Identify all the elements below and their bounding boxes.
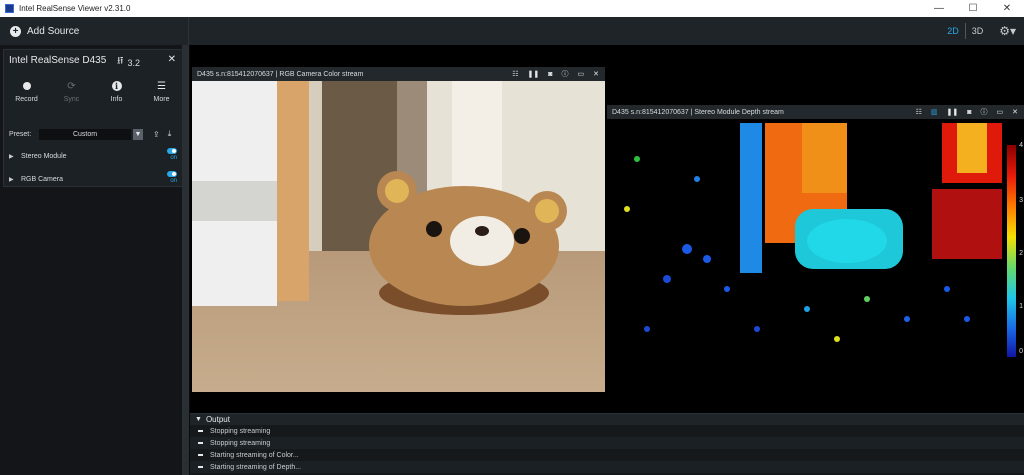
- sensor-name: RGB Camera: [21, 175, 64, 183]
- sync-label: Sync: [63, 96, 80, 103]
- view-2d-button[interactable]: 2D: [941, 26, 965, 36]
- close-stream-icon[interactable]: ✕: [593, 70, 599, 78]
- sync-button[interactable]: ⟳ Sync: [49, 78, 94, 114]
- rgb-stream-window: D435 s.n:815412070637 | RGB Camera Color…: [192, 67, 605, 392]
- pause-icon[interactable]: ❚❚: [947, 108, 959, 116]
- add-source-label: Add Source: [27, 25, 80, 37]
- minimize-button[interactable]: —: [922, 0, 956, 17]
- maximize-button[interactable]: ☐: [956, 0, 990, 17]
- close-device-icon[interactable]: ✕: [168, 54, 176, 65]
- device-panel: Intel RealSense D435 ⭿ 3.2 ✕ Record ⟳ Sy…: [0, 45, 189, 475]
- collapse-caret-icon[interactable]: ▼: [195, 416, 202, 423]
- sensor-row-stereo[interactable]: ▶ Stereo Module on: [9, 148, 181, 164]
- preset-dropdown[interactable]: Custom: [39, 128, 131, 140]
- info-button[interactable]: i Info: [94, 78, 139, 114]
- maximize-stream-icon[interactable]: ▭: [578, 70, 585, 78]
- legend-tick: 1: [1019, 303, 1023, 310]
- device-card: Intel RealSense D435 ⭿ 3.2 ✕ Record ⟳ Sy…: [3, 49, 183, 187]
- legend-tick: 4: [1019, 142, 1023, 149]
- usb-version: 3.2: [127, 57, 140, 68]
- metadata-icon[interactable]: ☷: [512, 70, 518, 78]
- more-label: More: [153, 96, 170, 103]
- main-toolbar: + Add Source 2D 3D ⚙▾: [0, 17, 1024, 45]
- app-window: Intel RealSense Viewer v2.31.0 — ☐ ✕ + A…: [0, 0, 1024, 475]
- sync-icon: ⟳: [67, 80, 76, 92]
- menu-icon: ☰: [157, 80, 166, 92]
- plus-circle-icon: +: [10, 25, 21, 37]
- log-line: Stopping streaming: [190, 437, 1024, 449]
- sensor-row-rgb[interactable]: ▶ RGB Camera on: [9, 171, 181, 187]
- log-bullet-icon: [198, 430, 203, 432]
- settings-gear-icon[interactable]: ⚙▾: [989, 24, 1024, 38]
- metadata-icon[interactable]: ☷: [916, 108, 922, 116]
- legend-tick: 3: [1019, 197, 1023, 204]
- preset-row: Preset: Custom ▼ ⇪ ⤓: [9, 128, 179, 140]
- log-bullet-icon: [198, 442, 203, 444]
- legend-tick: 0: [1019, 348, 1023, 355]
- window-titlebar: Intel RealSense Viewer v2.31.0 — ☐ ✕: [0, 0, 1024, 17]
- depth-image: 4 3 2 1 0: [607, 119, 1024, 357]
- view-3d-button[interactable]: 3D: [966, 26, 990, 36]
- output-header[interactable]: ▼ Output: [190, 414, 1024, 425]
- maximize-stream-icon[interactable]: ▭: [997, 108, 1004, 116]
- add-source-button[interactable]: + Add Source: [0, 17, 189, 45]
- camera-icon[interactable]: ◙: [967, 109, 971, 116]
- close-stream-icon[interactable]: ✕: [1012, 108, 1018, 116]
- info-icon[interactable]: ⓘ: [562, 69, 569, 79]
- toggle-state: on: [170, 178, 177, 184]
- log-bullet-icon: [198, 454, 203, 456]
- rgb-stream-header: D435 s.n:815412070637 | RGB Camera Color…: [192, 67, 605, 81]
- expand-caret-icon[interactable]: ▶: [9, 176, 21, 183]
- sensor-name: Stereo Module: [21, 152, 67, 160]
- upload-icon[interactable]: ⇪: [153, 130, 160, 139]
- camera-icon[interactable]: ◙: [548, 71, 552, 78]
- toggle-state: on: [170, 155, 177, 161]
- log-line: Starting streaming of Depth...: [190, 461, 1024, 473]
- expand-caret-icon[interactable]: ▶: [9, 153, 21, 160]
- log-text: Starting streaming of Color...: [210, 451, 299, 459]
- chevron-down-icon[interactable]: ▼: [133, 128, 143, 140]
- legend-tick: 2: [1019, 250, 1023, 257]
- log-text: Stopping streaming: [210, 427, 271, 435]
- log-bullet-icon: [198, 466, 203, 468]
- rgb-stream-title: D435 s.n:815412070637 | RGB Camera Color…: [197, 70, 364, 78]
- output-panel: ▼ Output Stopping streaming Stopping str…: [190, 413, 1024, 475]
- rgb-toggle[interactable]: [167, 171, 177, 177]
- panel-scrollbar[interactable]: [182, 45, 188, 475]
- log-line: Starting streaming of Color...: [190, 449, 1024, 461]
- record-button[interactable]: Record: [4, 78, 49, 114]
- log-text: Stopping streaming: [210, 439, 271, 447]
- record-icon: [22, 82, 31, 90]
- info-icon: i: [111, 81, 122, 91]
- depth-stream-window: D435 s.n:815412070637 | Stereo Module De…: [607, 105, 1024, 357]
- record-label: Record: [15, 96, 38, 103]
- preset-label: Preset:: [9, 130, 32, 138]
- info-label: Info: [110, 96, 123, 103]
- close-window-button[interactable]: ✕: [990, 0, 1024, 17]
- log-text: Starting streaming of Depth...: [210, 463, 302, 471]
- usb-indicator: ⭿ 3.2: [117, 54, 140, 71]
- usb-icon: ⭿: [117, 56, 124, 67]
- window-title: Intel RealSense Viewer v2.31.0: [19, 4, 131, 13]
- histogram-icon[interactable]: ▥: [931, 108, 938, 116]
- stereo-toggle[interactable]: [167, 148, 177, 154]
- device-actions: Record ⟳ Sync i Info ☰ More: [4, 78, 184, 114]
- depth-stream-title: D435 s.n:815412070637 | Stereo Module De…: [612, 108, 784, 116]
- rgb-camera-image: [192, 81, 605, 392]
- depth-color-legend: [1007, 145, 1016, 357]
- pause-icon[interactable]: ❚❚: [528, 70, 540, 78]
- output-title: Output: [205, 415, 230, 424]
- info-icon[interactable]: ⓘ: [981, 107, 988, 117]
- device-name: Intel RealSense D435: [9, 54, 107, 66]
- more-button[interactable]: ☰ More: [139, 78, 184, 114]
- app-icon: [5, 4, 14, 13]
- depth-stream-header: D435 s.n:815412070637 | Stereo Module De…: [607, 105, 1024, 119]
- download-icon[interactable]: ⤓: [168, 129, 172, 139]
- log-line: Stopping streaming: [190, 425, 1024, 437]
